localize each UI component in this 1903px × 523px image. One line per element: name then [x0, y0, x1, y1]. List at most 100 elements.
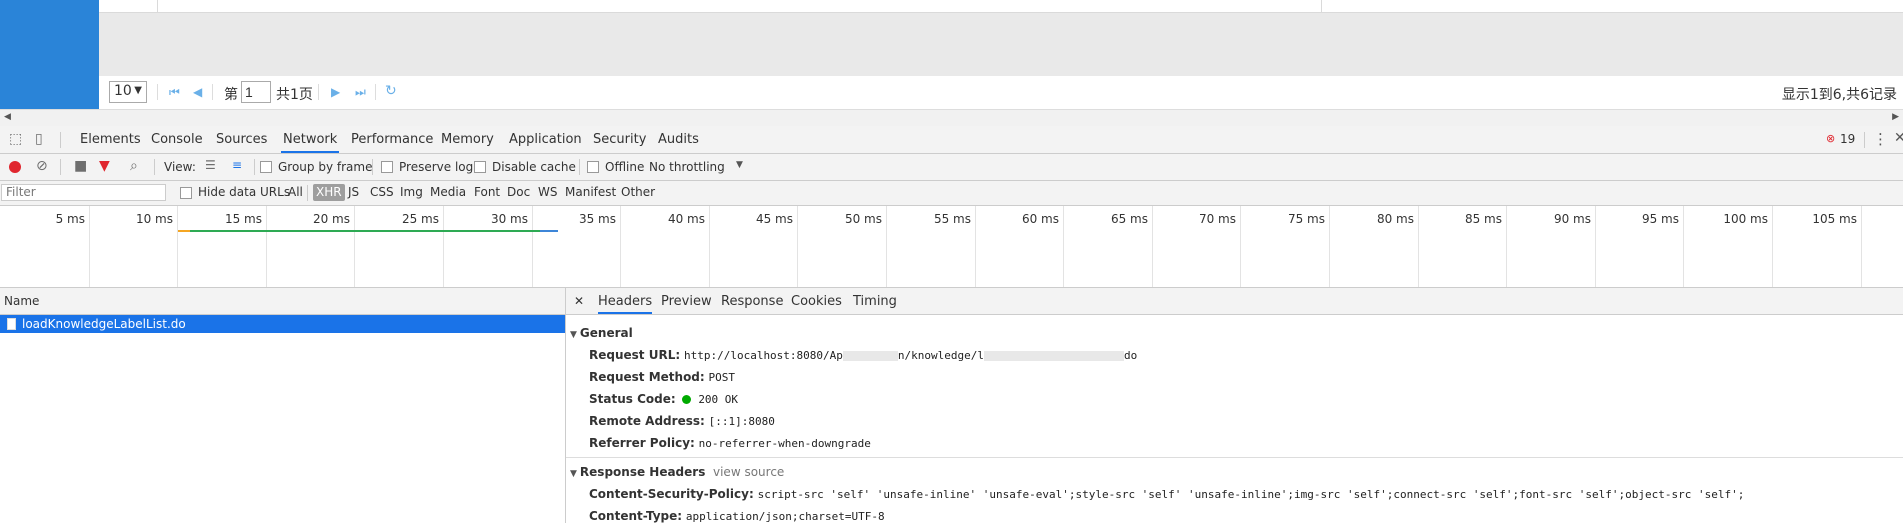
timeline-bar-download: [540, 230, 558, 232]
request-method-row: Request Method: POST: [589, 370, 736, 384]
chevron-down-icon: ▼: [134, 85, 142, 96]
close-devtools-icon[interactable]: ✕: [1894, 130, 1903, 146]
filter-type-js[interactable]: JS: [348, 185, 359, 199]
preserve-log-checkbox[interactable]: [381, 161, 393, 173]
timeline-tick-label: 35 ms: [578, 212, 616, 226]
filter-type-doc[interactable]: Doc: [507, 185, 530, 199]
filter-type-media[interactable]: Media: [430, 185, 466, 199]
throttling-select[interactable]: No throttling: [649, 160, 725, 174]
filter-type-ws[interactable]: WS: [538, 185, 557, 199]
record-summary: 显示1到6,共6记录: [1781, 87, 1897, 103]
filter-type-xhr[interactable]: XHR: [313, 184, 345, 201]
offline-checkbox[interactable]: [587, 161, 599, 173]
first-page-icon[interactable]: ⏮: [169, 85, 180, 100]
tab-elements[interactable]: Elements: [80, 126, 141, 153]
timeline-gridline: [443, 206, 444, 287]
timeline-gridline: [1772, 206, 1773, 287]
last-page-icon[interactable]: ⏭: [355, 85, 366, 100]
capture-screenshots-icon[interactable]: ■: [74, 158, 87, 174]
chevron-down-icon[interactable]: ▼: [736, 160, 743, 170]
timeline-gridline: [975, 206, 976, 287]
general-section-header[interactable]: ▼ General: [570, 326, 633, 340]
search-icon[interactable]: ⌕: [130, 158, 138, 174]
timeline-gridline: [532, 206, 533, 287]
tab-cookies[interactable]: Cookies: [791, 294, 842, 309]
more-options-icon[interactable]: ⋮: [1873, 130, 1888, 148]
scroll-right-icon[interactable]: ▶: [1892, 112, 1899, 122]
tab-performance[interactable]: Performance: [351, 126, 433, 153]
disable-cache-label: Disable cache: [492, 160, 576, 174]
offline-label: Offline: [605, 160, 645, 174]
view-source-link[interactable]: view source: [713, 465, 784, 479]
group-by-frame-label: Group by frame: [278, 160, 373, 174]
refresh-icon[interactable]: ↻: [385, 83, 397, 99]
filter-icon[interactable]: ▼: [99, 158, 110, 174]
network-overview-timeline[interactable]: 5 ms 10 ms 15 ms 20 ms 25 ms 30 ms 35 ms 40 ms 4…: [0, 206, 1903, 288]
tab-console[interactable]: Console: [151, 126, 203, 153]
document-icon: [7, 318, 16, 330]
close-details-icon[interactable]: ✕: [574, 294, 584, 308]
status-code-row: Status Code: 200 OK: [589, 392, 739, 406]
waterfall-icon[interactable]: ≡: [232, 158, 242, 172]
clear-icon[interactable]: ⊘: [36, 158, 48, 174]
timeline-tick-label: 65 ms: [1110, 212, 1148, 226]
error-count[interactable]: 19: [1840, 126, 1855, 153]
tab-network[interactable]: Network: [281, 126, 340, 153]
response-headers-section-header[interactable]: ▼ Response Headers: [570, 465, 705, 479]
timeline-tick-label: 100 ms: [1723, 212, 1768, 226]
error-icon[interactable]: ⊗: [1826, 132, 1835, 145]
timeline-tick-label: 40 ms: [667, 212, 705, 226]
preserve-log-label: Preserve log: [399, 160, 474, 174]
tab-audits[interactable]: Audits: [658, 126, 699, 153]
tab-application[interactable]: Application: [509, 126, 582, 153]
timeline-gridline: [354, 206, 355, 287]
disable-cache-checkbox[interactable]: [474, 161, 486, 173]
page-total: 共1页: [276, 87, 313, 103]
tab-preview[interactable]: Preview: [661, 294, 712, 309]
tab-timing[interactable]: Timing: [853, 294, 897, 309]
tab-sources[interactable]: Sources: [216, 126, 267, 153]
filter-type-all[interactable]: All: [288, 185, 303, 199]
next-page-icon[interactable]: ▶: [331, 85, 340, 99]
large-rows-icon[interactable]: ☰: [205, 158, 216, 172]
page-label: 第: [224, 87, 238, 103]
device-toolbar-icon[interactable]: ▯: [35, 131, 43, 147]
request-row[interactable]: loadKnowledgeLabelList.do: [0, 315, 565, 333]
timeline-tick-label: 70 ms: [1198, 212, 1236, 226]
timeline-tick-label: 5 ms: [55, 212, 85, 226]
prev-page-icon[interactable]: ◀: [193, 85, 202, 99]
timeline-tick-label: 15 ms: [224, 212, 262, 226]
inspect-element-icon[interactable]: ⬚: [9, 131, 22, 147]
hide-data-urls-checkbox[interactable]: [180, 187, 192, 199]
request-name: loadKnowledgeLabelList.do: [22, 317, 186, 331]
page-size-select[interactable]: 10 ▼: [109, 81, 147, 103]
tab-memory[interactable]: Memory: [441, 126, 494, 153]
filter-input[interactable]: Filter: [1, 184, 166, 201]
filter-type-manifest[interactable]: Manifest: [565, 185, 616, 199]
details-tab-bar: ✕ Headers Preview Response Cookies Timin…: [566, 288, 1903, 315]
filter-type-css[interactable]: CSS: [370, 185, 394, 199]
timeline-gridline: [1506, 206, 1507, 287]
group-by-frame-checkbox[interactable]: [260, 161, 272, 173]
timeline-gridline: [89, 206, 90, 287]
page-number-input[interactable]: [241, 81, 271, 103]
request-list-header[interactable]: Name: [0, 288, 565, 315]
filter-type-font[interactable]: Font: [474, 185, 500, 199]
timeline-gridline: [886, 206, 887, 287]
pagination-bar: 10 ▼ ⏮ ◀ 第 共1页 ▶ ⏭ ↻ 显示1到6,共6记录: [99, 76, 1903, 109]
column-name[interactable]: Name: [4, 294, 39, 308]
filter-type-other[interactable]: Other: [621, 185, 655, 199]
expand-triangle-icon: ▼: [570, 330, 577, 340]
request-url-row: Request URL: http://localhost:8080/Ap n/k…: [589, 348, 1138, 362]
scroll-left-icon[interactable]: ◀: [4, 112, 11, 122]
record-icon[interactable]: [9, 161, 21, 173]
timeline-tick-label: 75 ms: [1287, 212, 1325, 226]
tab-headers[interactable]: Headers: [598, 294, 653, 314]
timeline-gridline: [1152, 206, 1153, 287]
filter-type-img[interactable]: Img: [400, 185, 423, 199]
timeline-tick-label: 85 ms: [1464, 212, 1502, 226]
horizontal-scrollbar[interactable]: ◀ ▶: [0, 109, 1903, 126]
tab-security[interactable]: Security: [593, 126, 646, 153]
timeline-bar-waiting: [190, 230, 540, 232]
tab-response[interactable]: Response: [721, 294, 783, 309]
